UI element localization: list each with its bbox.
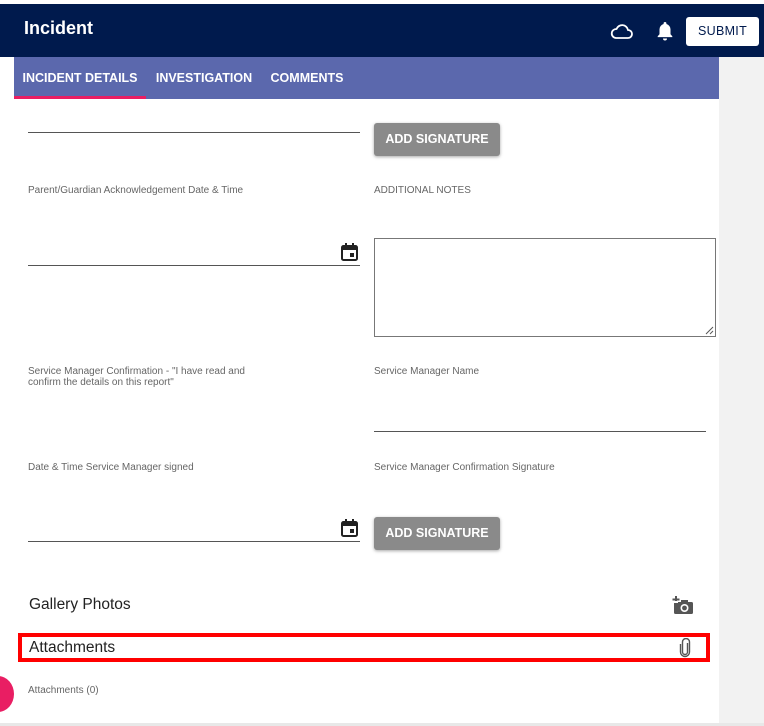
manager-signature-label: Service Manager Confirmation Signature [374, 462, 555, 473]
add-photo-icon[interactable] [672, 596, 694, 615]
tab-comments[interactable]: COMMENTS [267, 57, 347, 99]
additional-notes-label: ADDITIONAL NOTES [374, 185, 471, 196]
manager-signed-label: Date & Time Service Manager signed [28, 462, 194, 473]
parent-ack-date-field[interactable] [28, 265, 360, 266]
attachments-title[interactable]: Attachments [29, 639, 115, 657]
manager-name-field[interactable] [374, 431, 706, 432]
submit-button[interactable]: SUBMIT [686, 17, 759, 46]
calendar-icon[interactable] [341, 243, 358, 261]
additional-notes-textarea[interactable] [374, 238, 716, 337]
tab-investigation[interactable]: INVESTIGATION [151, 57, 257, 99]
page-title: Incident [24, 18, 94, 38]
bell-icon[interactable] [656, 21, 674, 41]
add-signature-button[interactable]: ADD SIGNATURE [374, 123, 500, 156]
add-manager-signature-button[interactable]: ADD SIGNATURE [374, 517, 500, 550]
attachments-count: Attachments (0) [28, 685, 99, 696]
attachments-highlight [18, 633, 710, 662]
right-gutter [719, 57, 764, 726]
manager-signed-date-field[interactable] [28, 541, 360, 542]
tab-incident-details[interactable]: INCIDENT DETAILS [14, 57, 146, 99]
gallery-photos-title: Gallery Photos [29, 596, 131, 613]
signature-field-line[interactable] [28, 132, 360, 133]
manager-confirmation-line1: Service Manager Confirmation - "I have r… [28, 366, 245, 377]
manager-confirmation-label: Service Manager Confirmation - "I have r… [28, 366, 245, 388]
manager-name-label: Service Manager Name [374, 366, 480, 377]
paperclip-icon[interactable] [679, 638, 691, 658]
tab-bar: INCIDENT DETAILS INVESTIGATION COMMENTS [14, 57, 719, 99]
parent-ack-label: Parent/Guardian Acknowledgement Date & T… [28, 185, 244, 196]
calendar-icon[interactable] [341, 519, 358, 537]
app-header: Incident SUBMIT [0, 4, 764, 57]
cloud-icon[interactable] [610, 22, 634, 42]
manager-confirmation-line2: confirm the details on this report" [28, 377, 174, 388]
floating-action-button[interactable] [0, 676, 14, 712]
resize-handle-icon[interactable] [705, 326, 714, 335]
